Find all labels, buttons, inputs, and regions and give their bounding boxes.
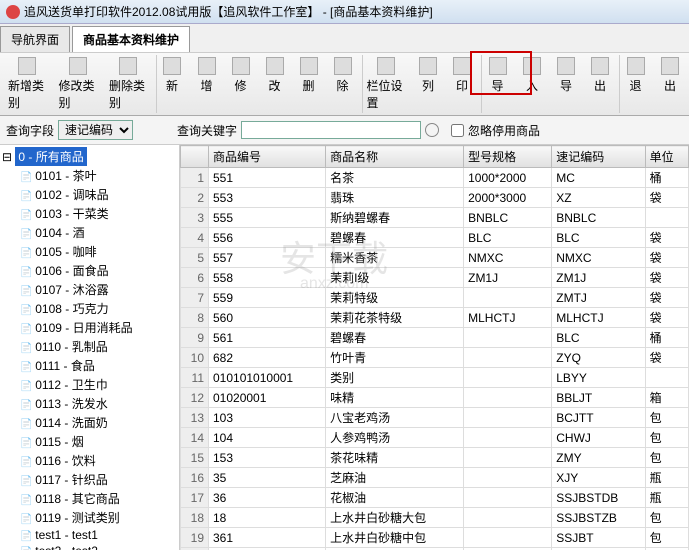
table-row[interactable]: 6558茉莉I级ZM1JZM1J袋 bbox=[181, 268, 689, 288]
table-row[interactable]: 14104人参鸡鸭汤CHWJ包 bbox=[181, 428, 689, 448]
btn-delete-category[interactable]: 删除类别 bbox=[103, 55, 154, 113]
column-header[interactable]: 型号规格 bbox=[464, 146, 552, 168]
category-tree[interactable]: ⊟ 0 - 所有商品 0101 - 茶叶0102 - 调味品0103 - 干菜类… bbox=[0, 145, 180, 550]
tree-item[interactable]: 0103 - 干菜类 bbox=[2, 204, 177, 223]
btn-column[interactable]: 列 bbox=[411, 55, 445, 113]
btn-out[interactable]: 出 bbox=[583, 55, 617, 113]
tree-item[interactable]: 0117 - 针织品 bbox=[2, 470, 177, 489]
table-row[interactable]: 3555斯纳碧螺春BNBLCBNBLC bbox=[181, 208, 689, 228]
app-icon bbox=[6, 5, 20, 19]
tree-item[interactable]: test2 - test2 bbox=[2, 543, 177, 550]
table-row[interactable]: 15153茶花味精ZMY包 bbox=[181, 448, 689, 468]
ignore-disabled-label: 忽略停用商品 bbox=[468, 122, 540, 139]
btn-import[interactable]: 导 bbox=[481, 55, 515, 113]
btn-delete[interactable]: 删 bbox=[292, 55, 326, 113]
tab-nav[interactable]: 导航界面 bbox=[0, 26, 70, 52]
tree-root[interactable]: 0 - 所有商品 bbox=[15, 147, 86, 166]
tree-item[interactable]: 0114 - 洗面奶 bbox=[2, 413, 177, 432]
table-row[interactable]: 5557糯米香茶NMXCNMXC袋 bbox=[181, 248, 689, 268]
table-row[interactable]: 1635芝麻油XJY瓶 bbox=[181, 468, 689, 488]
btn-modify[interactable]: 改 bbox=[258, 55, 292, 113]
window-title: 追风送货单打印软件2012.08试用版【追风软件工作室】 - [商品基本资料维护… bbox=[24, 3, 433, 20]
tree-item[interactable]: 0107 - 沐浴露 bbox=[2, 280, 177, 299]
table-row[interactable]: 1736花椒油SSJBSTDB瓶 bbox=[181, 488, 689, 508]
btn-column-settings[interactable]: 栏位设置 bbox=[362, 55, 412, 113]
tab-bar: 导航界面 商品基本资料维护 bbox=[0, 24, 689, 53]
tree-item[interactable]: 0112 - 卫生巾 bbox=[2, 375, 177, 394]
search-keyword-label: 查询关键字 bbox=[177, 122, 237, 139]
table-row[interactable]: 1818上水井白砂糖大包SSJBSTZB包 bbox=[181, 508, 689, 528]
tree-item[interactable]: 0116 - 饮料 bbox=[2, 451, 177, 470]
table-row[interactable]: 19361上水井白砂糖中包SSJBT包 bbox=[181, 528, 689, 548]
tree-item[interactable]: 0111 - 食品 bbox=[2, 356, 177, 375]
search-icon[interactable] bbox=[425, 123, 439, 137]
btn-add[interactable]: 增 bbox=[190, 55, 224, 113]
column-header[interactable]: 商品编号 bbox=[209, 146, 326, 168]
btn-edit-category[interactable]: 修改类别 bbox=[53, 55, 104, 113]
table-row[interactable]: 4556碧螺春BLCBLC袋 bbox=[181, 228, 689, 248]
btn-remove[interactable]: 除 bbox=[326, 55, 360, 113]
table-row[interactable]: 11010101010001类别LBYY bbox=[181, 368, 689, 388]
tree-item[interactable]: 0106 - 面食品 bbox=[2, 261, 177, 280]
table-row[interactable]: 1201020001味精BBLJT箱 bbox=[181, 388, 689, 408]
tree-item[interactable]: test1 - test1 bbox=[2, 527, 177, 543]
table-row[interactable]: 7559茉莉特级ZMTJ袋 bbox=[181, 288, 689, 308]
search-keyword-input[interactable] bbox=[241, 121, 421, 139]
product-grid[interactable]: 商品编号商品名称型号规格速记编码单位 1551名茶1000*2000MC桶255… bbox=[180, 145, 689, 550]
toolbar: 新增类别 修改类别 删除类别 新 增 修 改 删 除 栏位设置 列 印 导 入 … bbox=[0, 53, 689, 116]
btn-exit[interactable]: 出 bbox=[653, 55, 687, 113]
btn-add-category[interactable]: 新增类别 bbox=[2, 55, 53, 113]
tree-item[interactable]: 0115 - 烟 bbox=[2, 432, 177, 451]
title-bar: 追风送货单打印软件2012.08试用版【追风软件工作室】 - [商品基本资料维护… bbox=[0, 0, 689, 24]
tree-item[interactable]: 0109 - 日用消耗品 bbox=[2, 318, 177, 337]
column-header[interactable]: 商品名称 bbox=[326, 146, 464, 168]
column-header[interactable]: 单位 bbox=[645, 146, 688, 168]
tree-item[interactable]: 0118 - 其它商品 bbox=[2, 489, 177, 508]
btn-new[interactable]: 新 bbox=[156, 55, 190, 113]
table-row[interactable]: 13103八宝老鸡汤BCJTT包 bbox=[181, 408, 689, 428]
tab-main[interactable]: 商品基本资料维护 bbox=[72, 26, 190, 52]
btn-edit[interactable]: 修 bbox=[224, 55, 258, 113]
column-header[interactable]: 速记编码 bbox=[552, 146, 645, 168]
tree-item[interactable]: 0108 - 巧克力 bbox=[2, 299, 177, 318]
tree-item[interactable]: 0102 - 调味品 bbox=[2, 185, 177, 204]
table-row[interactable]: 1551名茶1000*2000MC桶 bbox=[181, 168, 689, 188]
table-row[interactable]: 9561碧螺春BLC桶 bbox=[181, 328, 689, 348]
tree-item[interactable]: 0113 - 洗发水 bbox=[2, 394, 177, 413]
tree-item[interactable]: 0119 - 测试类别 bbox=[2, 508, 177, 527]
btn-print[interactable]: 印 bbox=[445, 55, 479, 113]
table-row[interactable]: 2553翡珠2000*3000XZ袋 bbox=[181, 188, 689, 208]
table-row[interactable]: 8560茉莉花茶特级MLHCTJMLHCTJ袋 bbox=[181, 308, 689, 328]
search-bar: 查询字段 速记编码 查询关键字 忽略停用商品 bbox=[0, 116, 689, 145]
tree-item[interactable]: 0110 - 乳制品 bbox=[2, 337, 177, 356]
btn-in[interactable]: 入 bbox=[515, 55, 549, 113]
ignore-disabled-checkbox[interactable] bbox=[451, 124, 464, 137]
tree-item[interactable]: 0105 - 咖啡 bbox=[2, 242, 177, 261]
btn-export[interactable]: 导 bbox=[549, 55, 583, 113]
table-row[interactable]: 10682竹叶青ZYQ袋 bbox=[181, 348, 689, 368]
search-field-select[interactable]: 速记编码 bbox=[58, 120, 133, 140]
tree-item[interactable]: 0104 - 酒 bbox=[2, 223, 177, 242]
btn-quit[interactable]: 退 bbox=[619, 55, 653, 113]
tree-item[interactable]: 0101 - 茶叶 bbox=[2, 166, 177, 185]
search-field-label: 查询字段 bbox=[6, 122, 54, 139]
